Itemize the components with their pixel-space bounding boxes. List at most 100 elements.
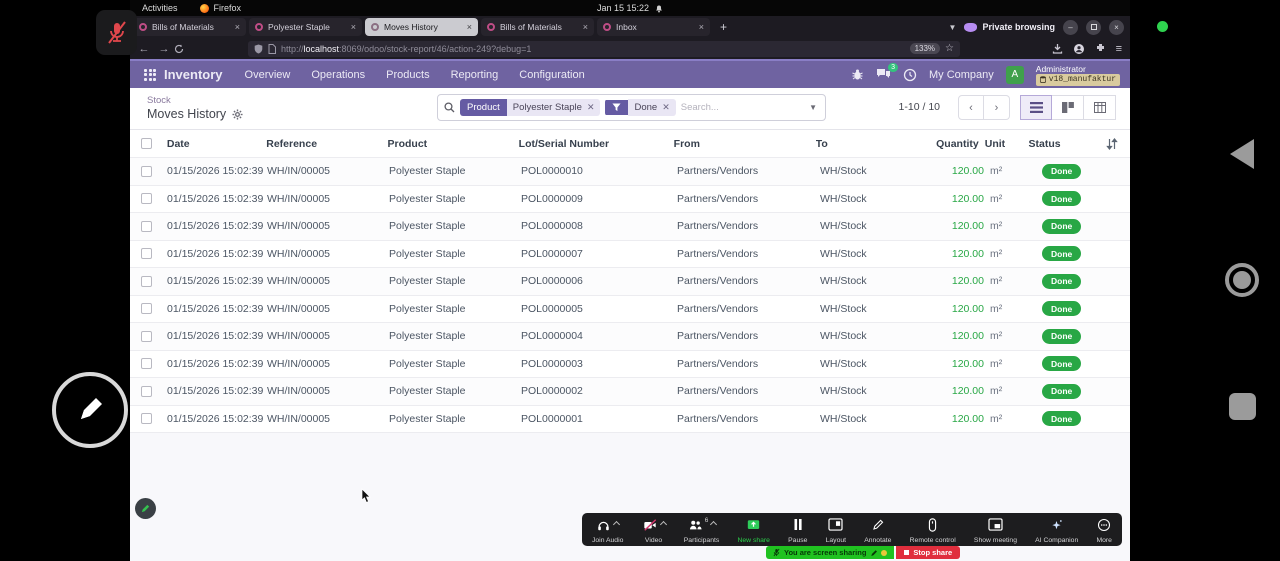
meeting-join-audio-button[interactable]: Join Audio <box>590 515 625 545</box>
chevron-up-icon[interactable] <box>710 521 717 528</box>
tab-close-icon[interactable]: × <box>467 22 472 32</box>
extensions-icon[interactable] <box>1095 43 1106 54</box>
meeting-more-button[interactable]: More <box>1094 515 1114 545</box>
pager-next-button[interactable]: › <box>984 95 1010 120</box>
table-row[interactable]: 01/15/2026 15:02:39WH/IN/00005Polyester … <box>130 296 1130 324</box>
user-avatar[interactable]: A <box>1006 66 1024 84</box>
browser-tab[interactable]: Polyester Staple× <box>249 18 362 36</box>
row-checkbox[interactable] <box>141 248 152 259</box>
bookmark-star-icon[interactable]: ☆ <box>945 43 954 54</box>
row-checkbox[interactable] <box>141 166 152 177</box>
debug-bug-icon[interactable] <box>851 68 864 81</box>
downloads-icon[interactable] <box>1052 43 1063 54</box>
tab-close-icon[interactable]: × <box>351 22 356 32</box>
table-row[interactable]: 01/15/2026 15:02:39WH/IN/00005Polyester … <box>130 268 1130 296</box>
page-zoom-badge[interactable]: 133% <box>910 43 940 54</box>
column-header-quantity[interactable]: Quantity <box>933 138 985 150</box>
column-header-to[interactable]: To <box>816 138 933 150</box>
list-view-button[interactable] <box>1020 95 1052 120</box>
column-header-unit[interactable]: Unit <box>985 138 1029 150</box>
column-header-lot[interactable]: Lot/Serial Number <box>519 138 674 150</box>
gear-icon[interactable] <box>232 109 243 120</box>
remove-facet-icon[interactable]: ✕ <box>662 102 670 113</box>
row-checkbox[interactable] <box>141 413 152 424</box>
tab-close-icon[interactable]: × <box>235 22 240 32</box>
new-tab-button[interactable]: + <box>713 20 734 34</box>
table-row[interactable]: 01/15/2026 15:02:39WH/IN/00005Polyester … <box>130 213 1130 241</box>
android-back-button[interactable] <box>1230 139 1254 169</box>
table-row[interactable]: 01/15/2026 15:02:39WH/IN/00005Polyester … <box>130 186 1130 214</box>
optional-columns-icon[interactable] <box>1106 138 1130 150</box>
messages-icon[interactable]: 3 <box>876 68 891 81</box>
reload-icon[interactable] <box>174 44 194 54</box>
column-header-date[interactable]: Date <box>167 138 266 150</box>
row-checkbox[interactable] <box>141 276 152 287</box>
annotate-fab-button[interactable] <box>135 498 156 519</box>
close-button[interactable]: × <box>1109 20 1124 35</box>
row-checkbox[interactable] <box>141 331 152 342</box>
tab-close-icon[interactable]: × <box>583 22 588 32</box>
meeting-show-meeting-button[interactable]: Show meeting <box>972 515 1019 545</box>
row-checkbox[interactable] <box>141 358 152 369</box>
minimize-button[interactable]: – <box>1063 20 1078 35</box>
muted-mic-indicator[interactable] <box>96 10 137 55</box>
search-facet-product[interactable]: Product Polyester Staple ✕ <box>460 99 600 116</box>
breadcrumb-parent[interactable]: Stock <box>147 95 243 106</box>
company-switcher[interactable]: My Company <box>929 69 994 81</box>
column-header-status[interactable]: Status <box>1028 138 1106 150</box>
kanban-view-button[interactable] <box>1052 95 1084 120</box>
search-dropdown-caret[interactable]: ▼ <box>809 103 819 112</box>
apps-grid-icon[interactable] <box>144 69 156 81</box>
table-row[interactable]: 01/15/2026 15:02:39WH/IN/00005Polyester … <box>130 323 1130 351</box>
system-clock[interactable]: Jan 15 15:22 <box>597 3 649 13</box>
row-checkbox[interactable] <box>141 221 152 232</box>
meeting-layout-button[interactable]: Layout <box>824 515 848 545</box>
table-row[interactable]: 01/15/2026 15:02:39WH/IN/00005Polyester … <box>130 241 1130 269</box>
annotation-pencil-tool[interactable] <box>52 372 128 448</box>
nav-menu-configuration[interactable]: Configuration <box>519 69 584 81</box>
meeting-participants-button[interactable]: 6Participants <box>682 515 722 545</box>
android-recents-button[interactable] <box>1229 393 1256 420</box>
row-checkbox[interactable] <box>141 138 152 149</box>
search-input[interactable] <box>681 102 804 113</box>
row-checkbox[interactable] <box>141 193 152 204</box>
column-header-reference[interactable]: Reference <box>266 138 387 150</box>
remove-facet-icon[interactable]: ✕ <box>587 102 595 113</box>
row-checkbox[interactable] <box>141 303 152 314</box>
meeting-pause-button[interactable]: Pause <box>786 515 809 545</box>
nav-menu-overview[interactable]: Overview <box>245 69 291 81</box>
restore-button[interactable] <box>1086 20 1101 35</box>
list-all-tabs-button[interactable]: ▼ <box>949 23 957 32</box>
browser-tab[interactable]: Bills of Materials× <box>481 18 594 36</box>
nav-menu-products[interactable]: Products <box>386 69 429 81</box>
table-row[interactable]: 01/15/2026 15:02:39WH/IN/00005Polyester … <box>130 378 1130 406</box>
browser-tab[interactable]: Inbox× <box>597 18 710 36</box>
meeting-annotate-button[interactable]: Annotate <box>862 515 893 545</box>
back-icon[interactable]: ← <box>134 43 154 55</box>
chevron-up-icon[interactable] <box>613 521 620 528</box>
pager-previous-button[interactable]: ‹ <box>958 95 984 120</box>
browser-tab[interactable]: Moves History× <box>365 18 478 36</box>
row-checkbox[interactable] <box>141 386 152 397</box>
menu-hamburger-icon[interactable]: ≡ <box>1116 43 1122 55</box>
user-menu[interactable]: Administrator v18_manufaktur <box>1036 64 1120 86</box>
column-header-product[interactable]: Product <box>387 138 518 150</box>
nav-menu-reporting[interactable]: Reporting <box>451 69 499 81</box>
address-bar[interactable]: http://localhost:8069/odoo/stock-report/… <box>248 41 960 57</box>
table-row[interactable]: 01/15/2026 15:02:39WH/IN/00005Polyester … <box>130 158 1130 186</box>
browser-tab[interactable]: Bills of Materials× <box>133 18 246 36</box>
nav-menu-operations[interactable]: Operations <box>311 69 365 81</box>
tab-close-icon[interactable]: × <box>699 22 704 32</box>
meeting-share-screen-button[interactable]: New share <box>735 515 772 545</box>
meeting-remote-control-button[interactable]: Remote control <box>908 515 958 545</box>
meeting-ai-companion-button[interactable]: AI Companion <box>1033 515 1080 545</box>
search-bar[interactable]: Product Polyester Staple ✕ Done ✕ <box>437 94 826 121</box>
pivot-view-button[interactable] <box>1084 95 1116 120</box>
activities-clock-icon[interactable] <box>903 68 917 82</box>
meeting-video-off-button[interactable]: Video <box>640 515 668 545</box>
android-home-button[interactable] <box>1225 263 1259 297</box>
stop-share-button[interactable]: Stop share <box>896 546 960 559</box>
table-row[interactable]: 01/15/2026 15:02:39WH/IN/00005Polyester … <box>130 351 1130 379</box>
forward-icon[interactable]: → <box>154 43 174 55</box>
column-header-from[interactable]: From <box>674 138 816 150</box>
